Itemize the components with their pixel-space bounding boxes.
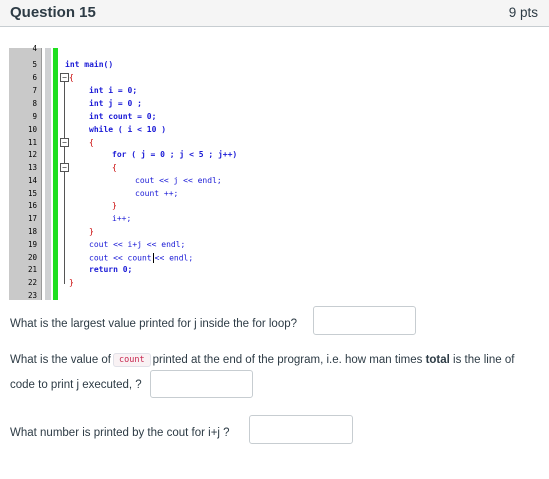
question-points: 9 pts [508,5,538,20]
question-header: Question 15 9 pts [0,0,549,27]
q2-prompt-line1: What is the value of count printed at the … [10,353,515,367]
line-number: 4 [32,44,37,53]
code-line-14: cout << j << endl; [135,176,222,185]
code-line-13: { [112,163,117,172]
line-number: 12 [27,150,37,159]
line-number: 21 [27,265,37,274]
line-number: 15 [27,189,37,198]
line-number: 16 [27,201,37,210]
line-number-gutter: 4 5 6 7 8 9 10 11 12 13 14 15 16 17 18 1… [9,44,42,300]
fold-collapse-icon: − [60,163,69,172]
code-line-7: int i = 0; [89,86,138,95]
code-screenshot: 4 5 6 7 8 9 10 11 12 13 14 15 16 17 18 1… [9,44,299,300]
question-title: Question 15 [10,4,96,21]
code-line-15: count ++; [135,189,179,198]
q3-prompt: What number is printed by the cout for i… [10,427,230,439]
code-line-10: while ( i < 10 ) [89,125,167,134]
code-line-12: for ( j = 0 ; j < 5 ; j++) [112,150,238,159]
fold-collapse-icon: − [60,138,69,147]
q1-answer-input[interactable] [313,306,416,335]
line-number: 9 [32,112,37,121]
line-number: 19 [27,240,37,249]
code-line-9: int count = 0; [89,112,157,121]
line-number: 13 [27,163,37,172]
line-number: 17 [27,214,37,223]
change-marker-bar [53,48,58,300]
line-number: 22 [27,278,37,287]
q1-prompt: What is the largest value printed for j … [10,318,298,330]
q2-answer-input[interactable] [150,370,253,398]
inline-code-count: count [113,353,151,367]
line-number: 18 [27,227,37,236]
code-line-16: } [112,201,117,210]
code-line-21: return 0; [89,265,133,274]
line-number: 10 [27,125,37,134]
line-number: 5 [32,60,37,69]
line-number: 6 [32,73,37,82]
fold-collapse-icon: − [60,73,69,82]
text-cursor [152,253,154,263]
code-line-18: } [89,227,94,236]
code-line-5: int main() [65,60,114,69]
code-line-8: int j = 0 ; [89,99,142,108]
q3-answer-input[interactable] [249,415,353,444]
code-line-20: cout << count << endl; [89,253,194,263]
line-number: 14 [27,176,37,185]
line-number: 7 [32,86,37,95]
line-number: 23 [27,291,37,300]
code-line-19: cout << i+j << endl; [89,240,186,249]
line-number: 20 [27,253,37,262]
line-number: 8 [32,99,37,108]
q2-prompt-line2: code to print j executed, ? [10,379,142,391]
editor-scrollbar [45,48,51,300]
code-line-6: { [69,73,74,82]
code-line-22: } [69,278,74,287]
code-line-11: { [89,138,94,147]
line-number: 11 [27,138,37,147]
code-line-17: i++; [112,214,132,223]
fold-guide-line [64,82,65,284]
